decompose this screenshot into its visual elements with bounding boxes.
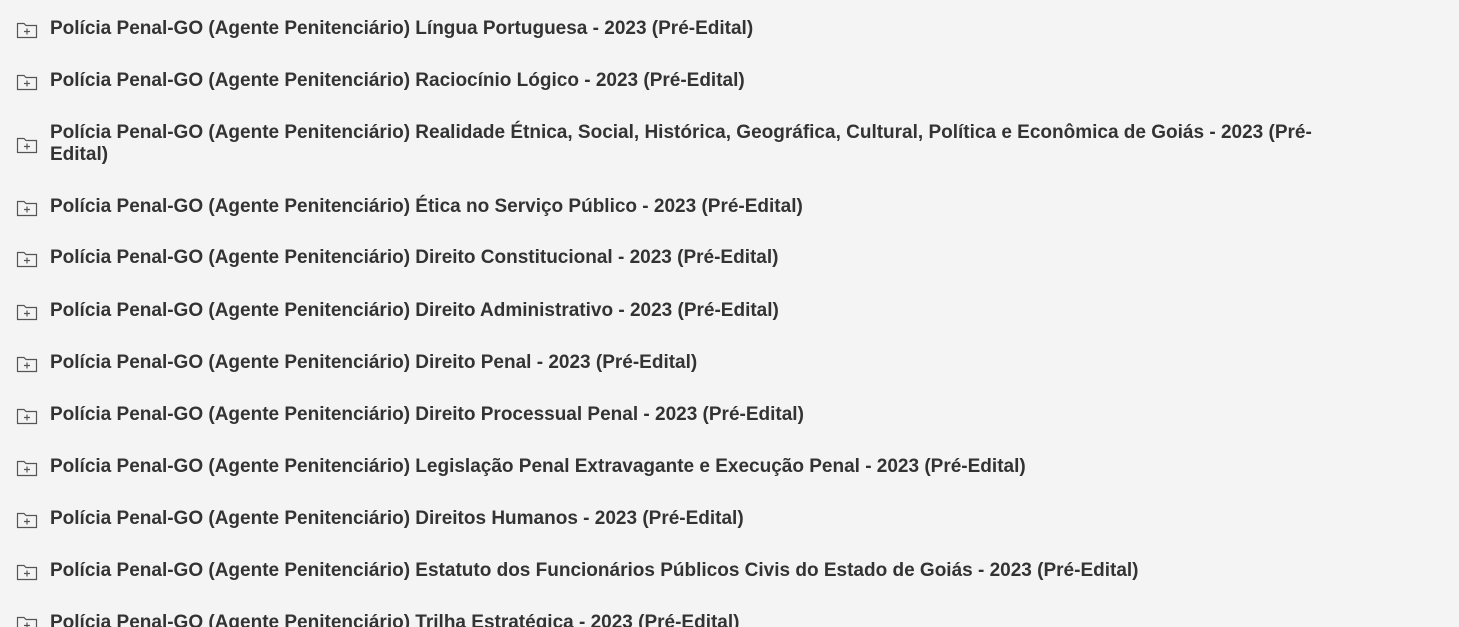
folder-plus-icon[interactable] xyxy=(16,199,38,217)
folder-label[interactable]: Polícia Penal-GO (Agente Penitenciário) … xyxy=(50,456,1026,478)
folder-item[interactable]: Polícia Penal-GO (Agente Penitenciário) … xyxy=(16,247,1336,269)
folder-list: Polícia Penal-GO (Agente Penitenciário) … xyxy=(0,0,1459,627)
folder-label[interactable]: Polícia Penal-GO (Agente Penitenciário) … xyxy=(50,300,779,322)
folder-item[interactable]: Polícia Penal-GO (Agente Penitenciário) … xyxy=(16,122,1336,166)
folder-label[interactable]: Polícia Penal-GO (Agente Penitenciário) … xyxy=(50,508,744,530)
folder-item[interactable]: Polícia Penal-GO (Agente Penitenciário) … xyxy=(16,70,1336,92)
folder-plus-icon[interactable] xyxy=(16,511,38,529)
folder-item[interactable]: Polícia Penal-GO (Agente Penitenciário) … xyxy=(16,352,1336,374)
folder-item[interactable]: Polícia Penal-GO (Agente Penitenciário) … xyxy=(16,612,1336,627)
folder-plus-icon[interactable] xyxy=(16,563,38,581)
folder-item[interactable]: Polícia Penal-GO (Agente Penitenciário) … xyxy=(16,300,1336,322)
folder-label[interactable]: Polícia Penal-GO (Agente Penitenciário) … xyxy=(50,404,804,426)
folder-plus-icon[interactable] xyxy=(16,21,38,39)
folder-item[interactable]: Polícia Penal-GO (Agente Penitenciário) … xyxy=(16,508,1336,530)
scrollbar[interactable] xyxy=(1444,0,1459,627)
folder-item[interactable]: Polícia Penal-GO (Agente Penitenciário) … xyxy=(16,18,1336,40)
folder-plus-icon[interactable] xyxy=(16,250,38,268)
folder-item[interactable]: Polícia Penal-GO (Agente Penitenciário) … xyxy=(16,196,1336,218)
folder-plus-icon[interactable] xyxy=(16,73,38,91)
folder-plus-icon[interactable] xyxy=(16,407,38,425)
folder-plus-icon[interactable] xyxy=(16,459,38,477)
folder-label[interactable]: Polícia Penal-GO (Agente Penitenciário) … xyxy=(50,196,803,218)
folder-plus-icon[interactable] xyxy=(16,136,38,154)
folder-label[interactable]: Polícia Penal-GO (Agente Penitenciário) … xyxy=(50,612,739,627)
folder-label[interactable]: Polícia Penal-GO (Agente Penitenciário) … xyxy=(50,70,745,92)
folder-item[interactable]: Polícia Penal-GO (Agente Penitenciário) … xyxy=(16,456,1336,478)
folder-plus-icon[interactable] xyxy=(16,355,38,373)
folder-label[interactable]: Polícia Penal-GO (Agente Penitenciário) … xyxy=(50,560,1139,582)
folder-plus-icon[interactable] xyxy=(16,615,38,627)
folder-label[interactable]: Polícia Penal-GO (Agente Penitenciário) … xyxy=(50,247,778,269)
folder-item[interactable]: Polícia Penal-GO (Agente Penitenciário) … xyxy=(16,404,1336,426)
folder-label[interactable]: Polícia Penal-GO (Agente Penitenciário) … xyxy=(50,352,697,374)
folder-label[interactable]: Polícia Penal-GO (Agente Penitenciário) … xyxy=(50,122,1336,166)
folder-plus-icon[interactable] xyxy=(16,303,38,321)
folder-item[interactable]: Polícia Penal-GO (Agente Penitenciário) … xyxy=(16,560,1336,582)
folder-label[interactable]: Polícia Penal-GO (Agente Penitenciário) … xyxy=(50,18,753,40)
